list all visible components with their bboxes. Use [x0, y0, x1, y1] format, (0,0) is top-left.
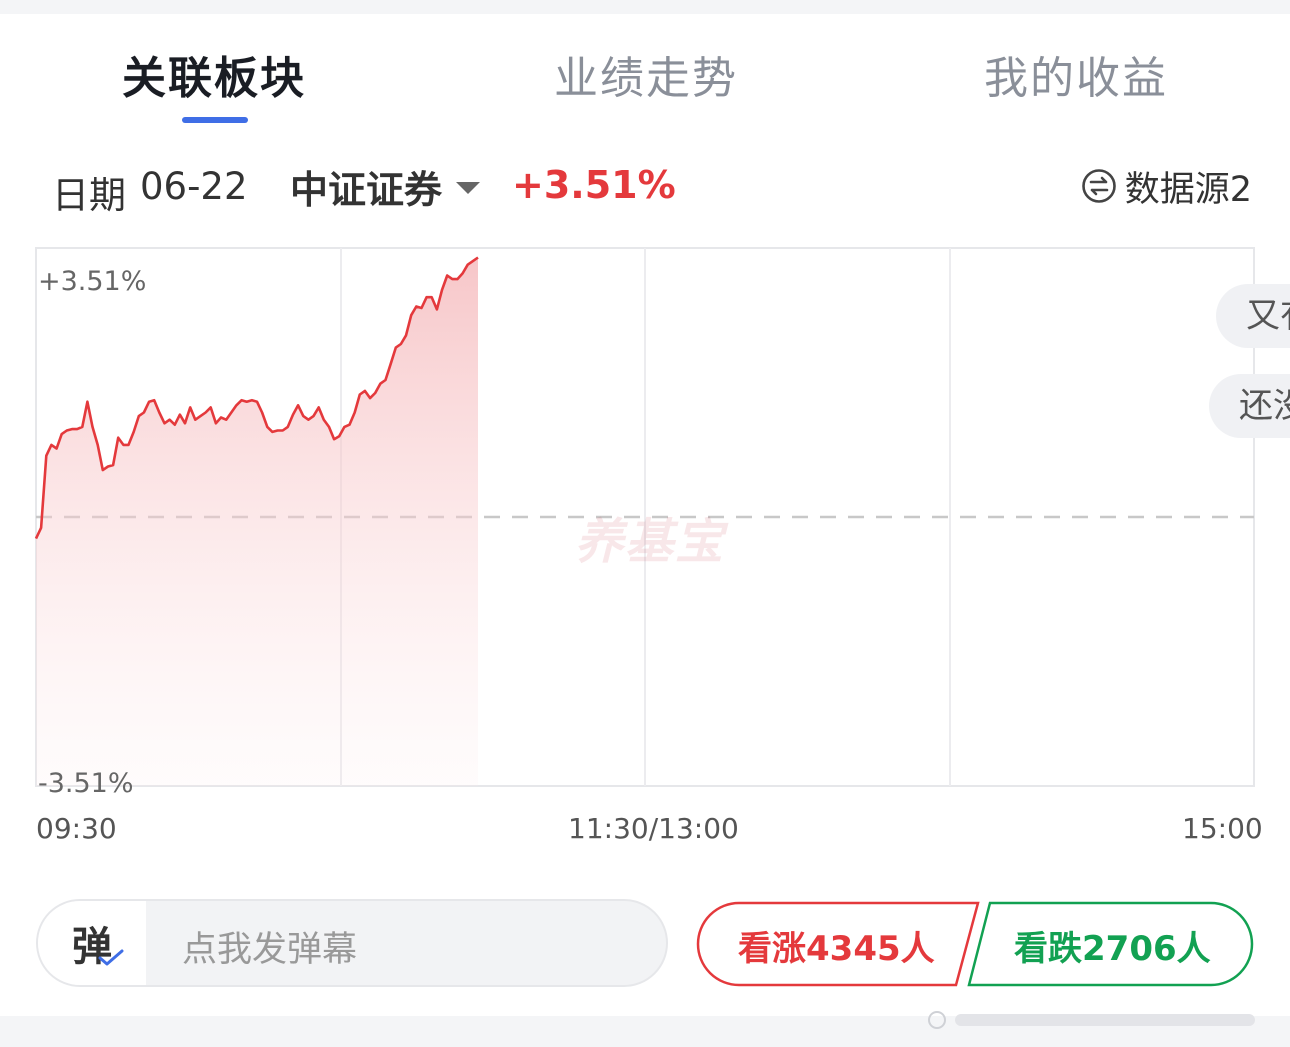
- x-tick-close: 15:00: [1182, 812, 1263, 845]
- bearish-vote-label: 看跌2706人: [1014, 929, 1211, 969]
- scroll-indicator: [928, 1011, 1255, 1029]
- info-row: 日期 06-22 中证证券 +3.51% 数据源2: [0, 159, 1290, 219]
- fund-detail-card: 关联板块 业绩走势 我的收益 日期 06-22 中证证券 +3.51% 数据源2: [0, 14, 1290, 1016]
- check-icon: [98, 949, 124, 966]
- index-selector[interactable]: 中证证券: [290, 163, 481, 212]
- active-tab-indicator: [182, 117, 248, 123]
- swap-icon: [1081, 169, 1116, 203]
- danmu-input[interactable]: 弹 点我发弹幕: [36, 899, 668, 987]
- x-tick-open: 09:30: [36, 812, 117, 845]
- price-area: [36, 257, 478, 786]
- tab-related-sector[interactable]: 关联板块: [122, 42, 306, 106]
- date-label: 日期: [52, 174, 126, 217]
- data-source-switch[interactable]: 数据源2: [1081, 161, 1252, 211]
- caret-down-icon: [456, 182, 481, 194]
- tab-my-earnings[interactable]: 我的收益: [984, 42, 1168, 106]
- y-tick-top: +3.51%: [38, 266, 147, 297]
- tab-performance-trend[interactable]: 业绩走势: [554, 42, 738, 106]
- bullish-vote-button[interactable]: 看涨4345人: [696, 901, 982, 987]
- bullish-vote-label: 看涨4345人: [738, 929, 935, 969]
- date-value: 06-22: [140, 165, 248, 208]
- data-source-label: 数据源2: [1124, 169, 1252, 210]
- index-name: 中证证券: [290, 167, 443, 212]
- bearish-vote-button[interactable]: 看跌2706人: [966, 901, 1254, 987]
- danmu-badge: 弹: [38, 901, 146, 985]
- intraday-chart: 养基宝 +3.51% -3.51% 09:30 11:30/13:00 15:0…: [0, 234, 1290, 845]
- watermark: 养基宝: [575, 514, 726, 570]
- side-button-1[interactable]: 又有: [1216, 284, 1290, 348]
- y-tick-bottom: -3.51%: [38, 768, 134, 799]
- side-button-2[interactable]: 还没: [1209, 374, 1290, 438]
- index-change: +3.51%: [512, 163, 676, 207]
- danmu-placeholder: 点我发弹幕: [182, 930, 358, 970]
- tab-bar: 关联板块 业绩走势 我的收益: [0, 14, 1290, 134]
- x-tick-midday: 11:30/13:00: [568, 812, 739, 845]
